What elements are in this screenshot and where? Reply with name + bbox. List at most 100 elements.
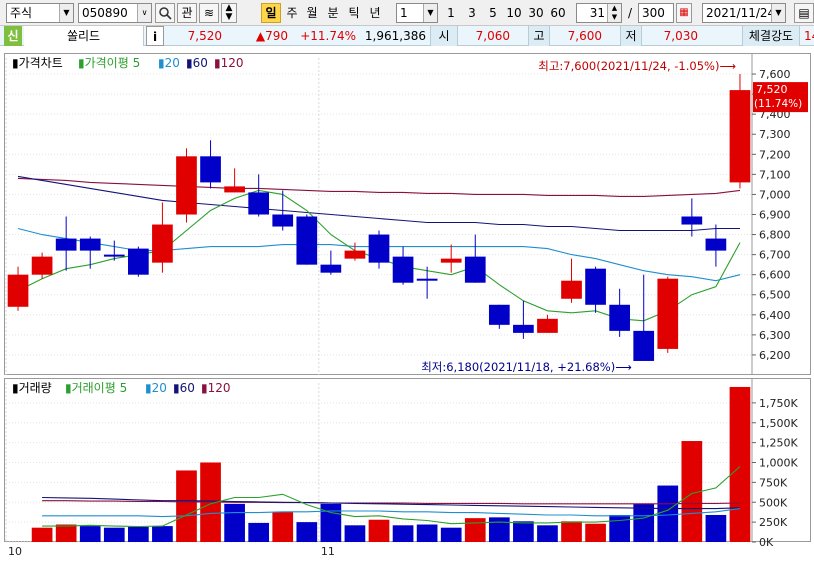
candle-body — [464, 256, 486, 283]
updown-spinner-icon[interactable]: ▲ ▼ — [607, 4, 621, 22]
price-tick-label: 6,300 — [759, 329, 791, 342]
volume-legend-title: ▮거래량 — [12, 381, 52, 395]
tab-week[interactable]: 주 — [283, 3, 301, 23]
volume-bar — [633, 503, 655, 542]
stock-chart[interactable]: 6,200 6,300 6,400 6,500 6,600 6,700 6,800 6,900… — [4, 50, 814, 558]
open-label: 시 — [430, 26, 458, 46]
tab-month[interactable]: 월 — [303, 3, 321, 23]
price-tick-label: 6,900 — [759, 208, 791, 221]
tab-day[interactable]: 일 — [261, 3, 281, 23]
interval-30-button[interactable]: 30 — [526, 3, 546, 23]
calendar-icon[interactable]: ▤ — [794, 3, 814, 23]
candle-body — [296, 216, 318, 265]
total-count-value: 300 — [642, 6, 665, 20]
display-count-input[interactable]: 31 ▲ ▼ — [576, 3, 622, 23]
volume-tick-label: 1,500K — [759, 417, 798, 430]
link-icon[interactable]: ≋ — [199, 3, 219, 23]
open-price: 7,060 — [475, 29, 510, 43]
candle-body — [103, 254, 125, 257]
new-listing-badge: 신 — [4, 26, 22, 46]
interval-1-button[interactable]: 1 — [442, 3, 460, 23]
candle-body — [416, 278, 438, 281]
chevron-down-icon[interactable]: ▼ — [771, 4, 785, 22]
price-legend-ma-title: ▮가격이평 5 — [78, 56, 140, 70]
volume-legend-ma20: ▮20 — [145, 381, 167, 395]
candle-body — [681, 216, 703, 225]
high-label: 고 — [528, 26, 550, 46]
stock-name: 쏠리드 — [24, 26, 144, 46]
price-tick-label: 6,500 — [759, 289, 791, 302]
chevron-down-icon[interactable]: ▼ — [59, 4, 73, 22]
volume-bar — [416, 524, 438, 542]
volume-bar — [368, 519, 390, 542]
grid-settings-icon[interactable]: ▦ — [676, 3, 692, 23]
candle-body — [55, 238, 77, 251]
volume-bar — [128, 526, 149, 542]
display-count-value: 31 — [589, 6, 605, 20]
volume-bar — [464, 518, 486, 542]
price-legend-title: ▮가격차트 — [12, 56, 63, 70]
candle-body — [200, 156, 221, 183]
low-label: 저 — [620, 26, 642, 46]
volume-bar — [657, 485, 679, 542]
market-select[interactable]: 주식 ▼ — [6, 3, 74, 23]
chevron-down-icon[interactable]: ∨ — [137, 4, 151, 22]
price-change: ▲790 — [255, 29, 288, 43]
interval-select[interactable]: 1 ▼ — [396, 3, 438, 23]
candle-body — [248, 192, 270, 215]
volume-tick-label: 250K — [759, 516, 788, 529]
updown-spinner-icon[interactable]: ▲ ▼ — [221, 3, 237, 23]
stock-code-input[interactable]: 050890 ∨ — [78, 3, 152, 23]
price-tick-label: 7,600 — [759, 68, 791, 81]
volume-bar — [176, 470, 197, 542]
candle-body — [440, 258, 462, 263]
volume-bar — [248, 522, 270, 542]
volume-bar — [79, 526, 101, 542]
x-axis-label: 11 — [321, 545, 335, 558]
chevron-down-icon[interactable]: ▼ — [423, 4, 437, 22]
x-axis-label: 10 — [8, 545, 22, 558]
candle-body — [368, 234, 390, 263]
price-tick-label: 6,600 — [759, 269, 791, 282]
volume-bar — [296, 522, 318, 542]
candle-body — [705, 238, 727, 251]
volume-bar — [320, 503, 342, 542]
low-price: 7,030 — [663, 29, 698, 43]
interval-5-button[interactable]: 5 — [484, 3, 502, 23]
volume-tick-label: 750K — [759, 476, 788, 489]
strength-label: 체결강도 — [742, 26, 800, 46]
candle-body — [176, 156, 197, 215]
price-tick-label: 7,200 — [759, 148, 791, 161]
tab-tick[interactable]: 틱 — [345, 3, 363, 23]
date-picker[interactable]: 2021/11/24 ▼ — [702, 3, 786, 23]
price-change-pct: +11.74% — [300, 29, 356, 43]
price-legend-ma60: ▮60 — [186, 56, 208, 70]
info-button[interactable]: i — [146, 26, 164, 46]
total-count-input[interactable]: 300 — [638, 3, 674, 23]
volume-bar — [585, 523, 606, 542]
volume-bar — [344, 525, 366, 542]
candle-body — [320, 264, 342, 273]
search-icon[interactable] — [155, 3, 175, 23]
volume-legend-ma-title: ▮거래이평 5 — [65, 381, 127, 395]
volume-tick-label: 1,000K — [759, 457, 798, 470]
volume-bar — [224, 503, 245, 542]
tab-minute[interactable]: 분 — [324, 3, 342, 23]
watchlist-button[interactable]: 관 — [177, 3, 197, 23]
low-annotation: 최저:6,180(2021/11/18, +21.68%)⟶ — [421, 360, 632, 374]
tab-year[interactable]: 년 — [366, 3, 384, 23]
high-annotation: 최고:7,600(2021/11/24, -1.05%)⟶ — [538, 59, 736, 73]
candle-body — [633, 330, 655, 361]
interval-value: 1 — [400, 6, 408, 20]
quote-info-bar: 신 쏠리드 i 7,520 ▲790 +11.74% 1,961,386 시 7… — [0, 26, 814, 46]
volume-bar — [152, 526, 173, 542]
interval-60-button[interactable]: 60 — [548, 3, 568, 23]
volume-bar — [488, 517, 510, 542]
count-separator: / — [627, 6, 633, 20]
interval-10-button[interactable]: 10 — [504, 3, 524, 23]
volume-bar — [705, 514, 727, 542]
chart-panel[interactable]: 6,200 6,300 6,400 6,500 6,600 6,700 6,800 6,900… — [4, 50, 814, 558]
date-value: 2021/11/24 — [706, 6, 776, 20]
interval-3-button[interactable]: 3 — [463, 3, 481, 23]
volume-bar — [729, 386, 751, 542]
